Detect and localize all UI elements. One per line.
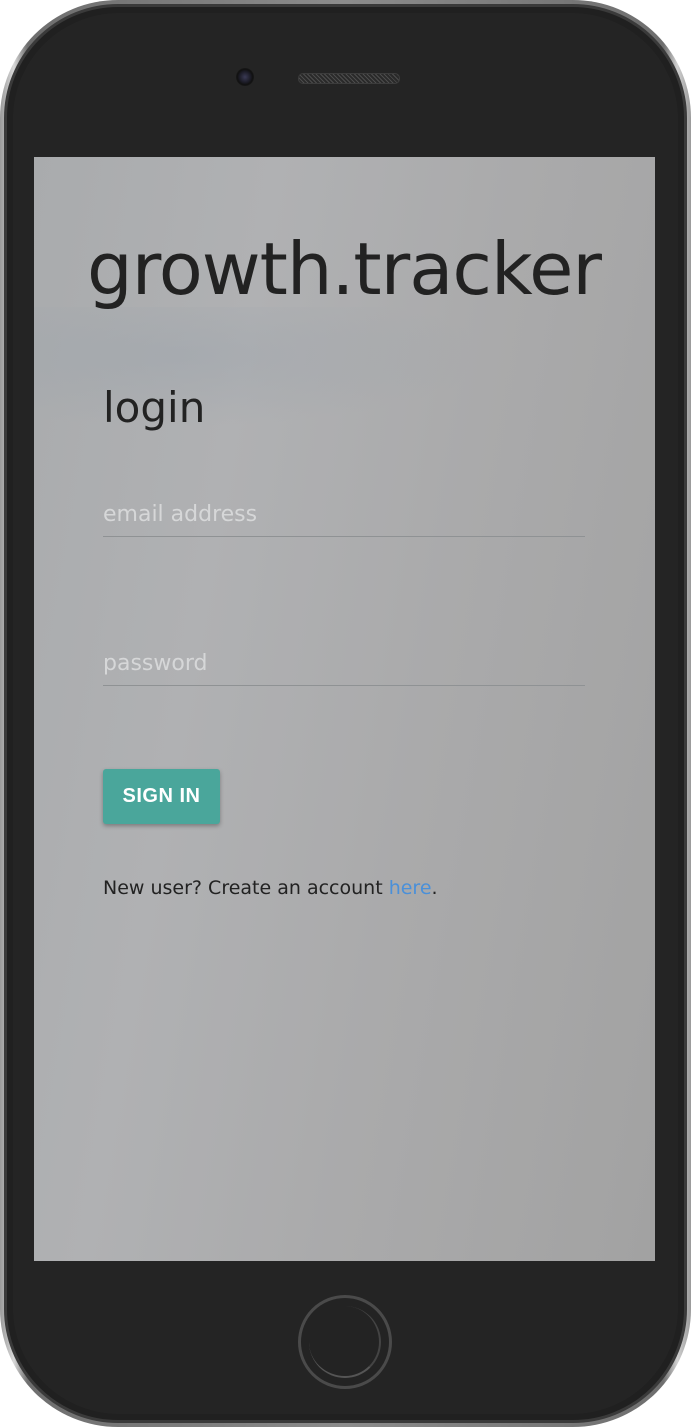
password-field[interactable] <box>103 641 585 685</box>
sign-in-button[interactable]: SIGN IN <box>103 769 220 824</box>
app-title: growth.tracker <box>87 227 602 311</box>
email-field-container <box>103 492 585 537</box>
app-screen: growth.tracker login SIGN IN New user? C… <box>34 157 655 1261</box>
login-heading: login <box>103 383 206 432</box>
register-link[interactable]: here <box>389 877 432 899</box>
camera-icon <box>236 68 254 86</box>
register-prompt-text: New user? Create an account <box>103 877 389 899</box>
register-prompt: New user? Create an account here. <box>103 877 438 899</box>
home-button-icon[interactable] <box>298 1295 392 1389</box>
email-field[interactable] <box>103 492 585 536</box>
speaker-grille-icon <box>298 73 400 84</box>
register-prompt-suffix: . <box>431 877 438 899</box>
password-field-container <box>103 641 585 686</box>
